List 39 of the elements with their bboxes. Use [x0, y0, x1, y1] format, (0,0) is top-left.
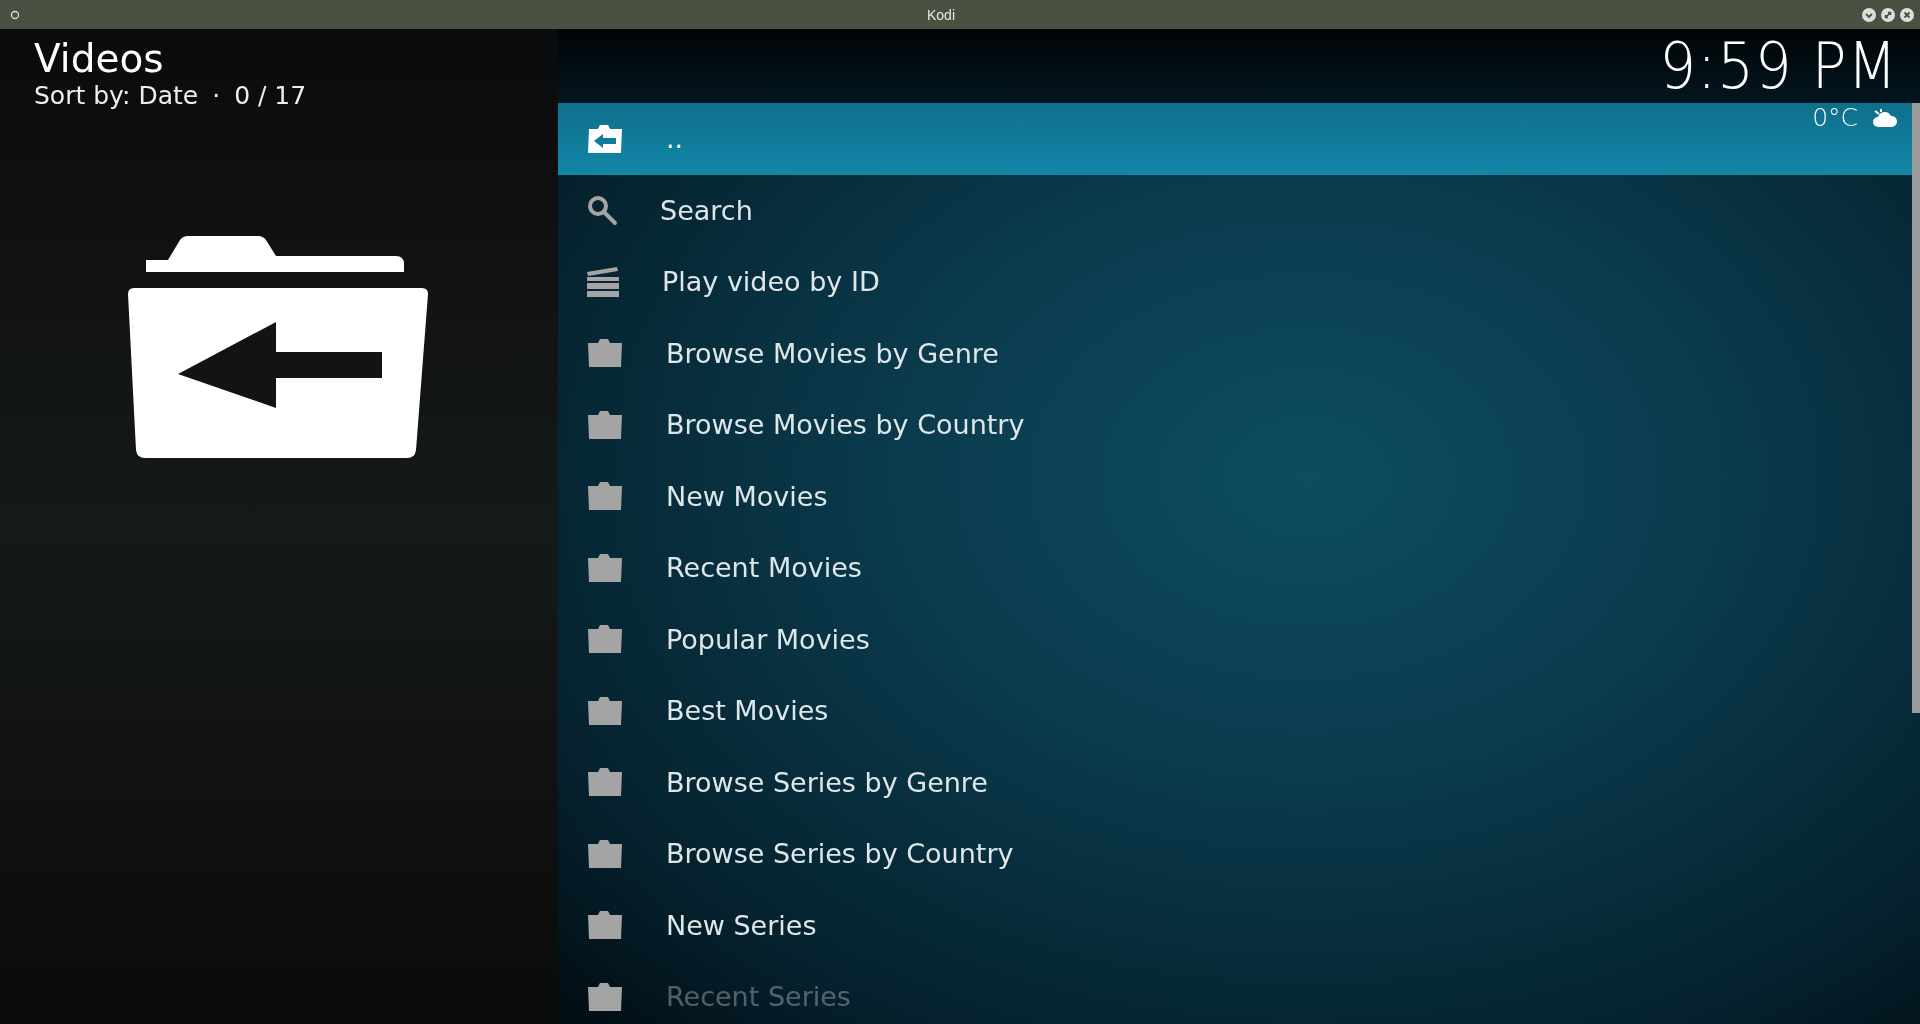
- list-item[interactable]: Recent Movies: [558, 532, 1912, 604]
- search-icon: [586, 194, 618, 227]
- folder-back-icon: [128, 236, 428, 458]
- list-item[interactable]: Browse Movies by Country: [558, 389, 1912, 461]
- folder-icon: [586, 409, 624, 440]
- clapperboard-icon: [586, 265, 620, 298]
- folder-icon: [586, 981, 624, 1012]
- list-item[interactable]: New Series: [558, 889, 1912, 961]
- temperature: 0°C: [1812, 103, 1858, 132]
- list-item[interactable]: .. 0°C: [558, 103, 1912, 175]
- item-counter: 0 / 17: [234, 81, 307, 111]
- list-item[interactable]: Popular Movies: [558, 603, 1912, 675]
- list-item[interactable]: Play video by ID: [558, 246, 1912, 318]
- list-item[interactable]: New Movies: [558, 460, 1912, 532]
- folder-icon: [586, 695, 624, 726]
- maximize-button[interactable]: [1881, 7, 1895, 22]
- section-title: Videos: [34, 37, 165, 81]
- window-menu-icon[interactable]: [10, 9, 20, 20]
- cloud-icon: [1872, 107, 1898, 128]
- folder-icon: [586, 552, 624, 583]
- list-item[interactable]: Browse Movies by Genre: [558, 317, 1912, 389]
- separator-dot: ·: [212, 81, 221, 111]
- folder-icon: [586, 838, 624, 869]
- folder-icon: [586, 767, 624, 798]
- clock: 9:59 PM: [1659, 29, 1898, 103]
- scrollbar[interactable]: [1912, 103, 1920, 713]
- folder-icon: [586, 910, 624, 941]
- sort-label: Sort by: Date: [34, 81, 199, 111]
- list-item[interactable]: Best Movies: [558, 675, 1912, 747]
- close-button[interactable]: [1900, 7, 1914, 22]
- folder-icon: [586, 338, 624, 369]
- list-item[interactable]: Search: [558, 174, 1912, 246]
- minimize-button[interactable]: [1862, 7, 1876, 22]
- list-item[interactable]: Browse Series by Country: [558, 818, 1912, 890]
- folder-icon: [586, 624, 624, 655]
- folder-icon: [586, 481, 624, 512]
- list-item[interactable]: Browse Series by Genre: [558, 746, 1912, 818]
- window-title: Kodi: [927, 6, 955, 23]
- folder-back-icon: [586, 123, 624, 154]
